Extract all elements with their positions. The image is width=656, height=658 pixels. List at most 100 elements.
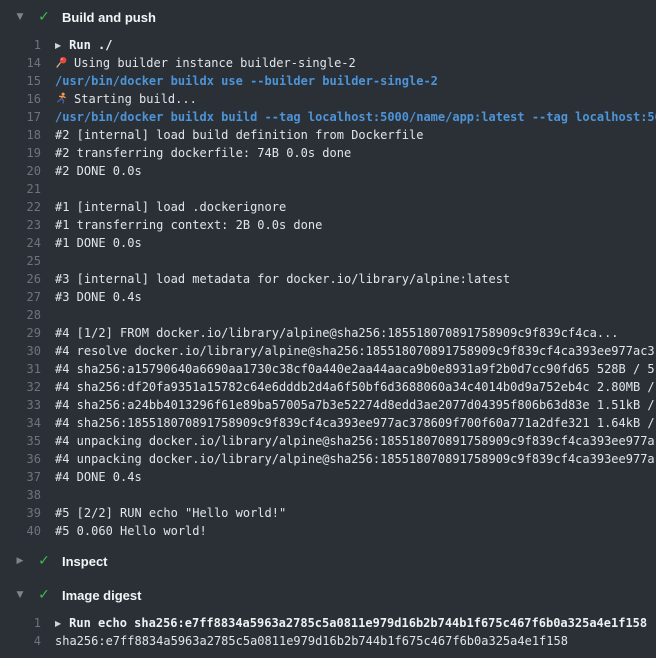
line-number[interactable]: 24 bbox=[0, 234, 41, 252]
log-line[interactable]: 26 #3 [internal] load metadata for docker… bbox=[0, 270, 656, 288]
chevron-down-icon[interactable]: ▼ bbox=[12, 13, 28, 22]
line-number[interactable]: 32 bbox=[0, 378, 41, 396]
line-text: #4 sha256:a15790640a6690aa1730c38cf0a440… bbox=[55, 360, 655, 378]
line-number[interactable]: 33 bbox=[0, 396, 41, 414]
section-header-image-digest[interactable]: ▼ ✓ Image digest bbox=[0, 578, 656, 612]
line-text: #2 transferring dockerfile: 74B 0.0s don… bbox=[55, 144, 351, 162]
section-header-inspect[interactable]: ▶ ✓ Inspect bbox=[0, 544, 656, 578]
line-number[interactable]: 23 bbox=[0, 216, 41, 234]
line-text: /usr/bin/docker buildx use --builder bui… bbox=[55, 72, 438, 90]
log-lines: 1 ▶Run echo sha256:e7ff8834a5963a2785c5a0… bbox=[0, 612, 656, 654]
line-text: #5 [2/2] RUN echo "Hello world!" bbox=[55, 504, 286, 522]
log-line[interactable]: 19 #2 transferring dockerfile: 74B 0.0s d… bbox=[0, 144, 656, 162]
line-number[interactable]: 26 bbox=[0, 270, 41, 288]
group-toggle-icon[interactable]: ▶ bbox=[55, 37, 61, 55]
success-check-icon: ✓ bbox=[36, 10, 52, 24]
section-title: Build and push bbox=[62, 10, 156, 25]
line-number[interactable]: 22 bbox=[0, 198, 41, 216]
line-text: #4 DONE 0.4s bbox=[55, 468, 142, 486]
log-line[interactable]: 30 #4 resolve docker.io/library/alpine@sh… bbox=[0, 342, 656, 360]
log-line[interactable]: 24 #1 DONE 0.0s bbox=[0, 234, 656, 252]
log-line[interactable]: 4sha256:e7ff8834a5963a2785c5a0811e979d16… bbox=[0, 632, 656, 650]
line-text: ▶Run ./ bbox=[55, 36, 113, 54]
line-text: #3 DONE 0.4s bbox=[55, 288, 142, 306]
section-title: Inspect bbox=[62, 554, 108, 569]
section-header-build-and-push[interactable]: ▼ ✓ Build and push bbox=[0, 0, 656, 34]
log-line[interactable]: 32 #4 sha256:df20fa9351a15782c64e6dddb2d4… bbox=[0, 378, 656, 396]
log-line[interactable]: 37 #4 DONE 0.4s bbox=[0, 468, 656, 486]
log-line[interactable]: 36 #4 unpacking docker.io/library/alpine@… bbox=[0, 450, 656, 468]
line-number[interactable]: 30 bbox=[0, 342, 41, 360]
section-title: Image digest bbox=[62, 588, 141, 603]
line-number[interactable]: 4 bbox=[0, 632, 41, 650]
line-text: #4 unpacking docker.io/library/alpine@sh… bbox=[55, 450, 655, 468]
chevron-down-icon[interactable]: ▼ bbox=[12, 591, 28, 600]
line-text: #4 resolve docker.io/library/alpine@sha2… bbox=[55, 342, 655, 360]
log-line[interactable]: 21 bbox=[0, 180, 656, 198]
log-line[interactable]: 16 Starting build... bbox=[0, 90, 656, 108]
log-line[interactable]: 22#1 [internal] load .dockerignore bbox=[0, 198, 656, 216]
line-number[interactable]: 39 bbox=[0, 504, 41, 522]
log-line[interactable]: 23 #1 transferring context: 2B 0.0s done bbox=[0, 216, 656, 234]
log-line[interactable]: 15/usr/bin/docker buildx use --builder b… bbox=[0, 72, 656, 90]
line-number[interactable]: 31 bbox=[0, 360, 41, 378]
line-text: Starting build... bbox=[55, 90, 197, 108]
log-line[interactable]: 27 #3 DONE 0.4s bbox=[0, 288, 656, 306]
chevron-right-icon[interactable]: ▶ bbox=[12, 557, 28, 566]
line-number[interactable]: 38 bbox=[0, 486, 41, 504]
log-line[interactable]: 33#4 sha256:a24bb4013296f61e89ba57005a7b… bbox=[0, 396, 656, 414]
log-line[interactable]: 20#2 DONE 0.0s bbox=[0, 162, 656, 180]
log-line[interactable]: 1 ▶Run ./ bbox=[0, 36, 656, 54]
line-number[interactable]: 1 bbox=[0, 614, 41, 632]
line-text: #3 [internal] load metadata for docker.i… bbox=[55, 270, 510, 288]
line-number[interactable]: 19 bbox=[0, 144, 41, 162]
line-text: Using builder instance builder-single-2 bbox=[55, 54, 356, 72]
log-line[interactable]: 35 #4 unpacking docker.io/library/alpine@… bbox=[0, 432, 656, 450]
log-line[interactable]: 17/usr/bin/docker buildx build --tag loc… bbox=[0, 108, 656, 126]
log-line[interactable]: 39 #5 [2/2] RUN echo "Hello world!" bbox=[0, 504, 656, 522]
success-check-icon: ✓ bbox=[36, 554, 52, 568]
log-line[interactable]: 38 bbox=[0, 486, 656, 504]
workflow-log-console: ▼ ✓ Build and push 1▶Run ./14Using build… bbox=[0, 0, 656, 658]
line-number[interactable]: 37 bbox=[0, 468, 41, 486]
line-text: ▶Run echo sha256:e7ff8834a5963a2785c5a08… bbox=[55, 614, 647, 632]
line-number[interactable]: 28 bbox=[0, 306, 41, 324]
line-number[interactable]: 21 bbox=[0, 180, 41, 198]
line-text: #4 sha256:185518070891758909c9f839cf4ca3… bbox=[55, 414, 655, 432]
line-number[interactable]: 34 bbox=[0, 414, 41, 432]
line-number[interactable]: 25 bbox=[0, 252, 41, 270]
line-number[interactable]: 17 bbox=[0, 108, 41, 126]
line-text: #2 [internal] load build definition from… bbox=[55, 126, 423, 144]
line-number[interactable]: 36 bbox=[0, 450, 41, 468]
log-section-inspect: ▶ ✓ Inspect bbox=[0, 544, 656, 578]
line-number[interactable]: 15 bbox=[0, 72, 41, 90]
log-line[interactable]: 28 bbox=[0, 306, 656, 324]
line-text: #1 DONE 0.0s bbox=[55, 234, 142, 252]
line-text: #4 [1/2] FROM docker.io/library/alpine@s… bbox=[55, 324, 619, 342]
line-text: #4 sha256:df20fa9351a15782c64e6dddb2d4a6… bbox=[55, 378, 655, 396]
line-number[interactable]: 27 bbox=[0, 288, 41, 306]
log-line[interactable]: 25 bbox=[0, 252, 656, 270]
line-number[interactable]: 20 bbox=[0, 162, 41, 180]
line-number[interactable]: 40 bbox=[0, 522, 41, 540]
log-line[interactable]: 29 #4 [1/2] FROM docker.io/library/alpine… bbox=[0, 324, 656, 342]
group-toggle-icon[interactable]: ▶ bbox=[55, 615, 61, 633]
line-number[interactable]: 14 bbox=[0, 54, 41, 72]
log-line[interactable]: 18 #2 [internal] load build definition fr… bbox=[0, 126, 656, 144]
line-number[interactable]: 16 bbox=[0, 90, 41, 108]
success-check-icon: ✓ bbox=[36, 588, 52, 602]
pushpin-emoji-icon bbox=[55, 54, 68, 72]
line-text: #4 unpacking docker.io/library/alpine@sh… bbox=[55, 432, 655, 450]
log-line[interactable]: 14 Using builder instance builder-single-… bbox=[0, 54, 656, 72]
line-number[interactable]: 35 bbox=[0, 432, 41, 450]
runner-emoji-icon bbox=[55, 90, 68, 108]
line-number[interactable]: 1 bbox=[0, 36, 41, 54]
line-text: #1 transferring context: 2B 0.0s done bbox=[55, 216, 322, 234]
log-line[interactable]: 31 #4 sha256:a15790640a6690aa1730c38cf0a4… bbox=[0, 360, 656, 378]
log-line[interactable]: 1 ▶Run echo sha256:e7ff8834a5963a2785c5a0… bbox=[0, 614, 656, 632]
line-number[interactable]: 29 bbox=[0, 324, 41, 342]
log-line[interactable]: 34 #4 sha256:185518070891758909c9f839cf4c… bbox=[0, 414, 656, 432]
log-section-image-digest: ▼ ✓ Image digest 1 ▶Run echo sha256:e7ff8… bbox=[0, 578, 656, 654]
log-line[interactable]: 40#5 0.060 Hello world! bbox=[0, 522, 656, 540]
line-number[interactable]: 18 bbox=[0, 126, 41, 144]
